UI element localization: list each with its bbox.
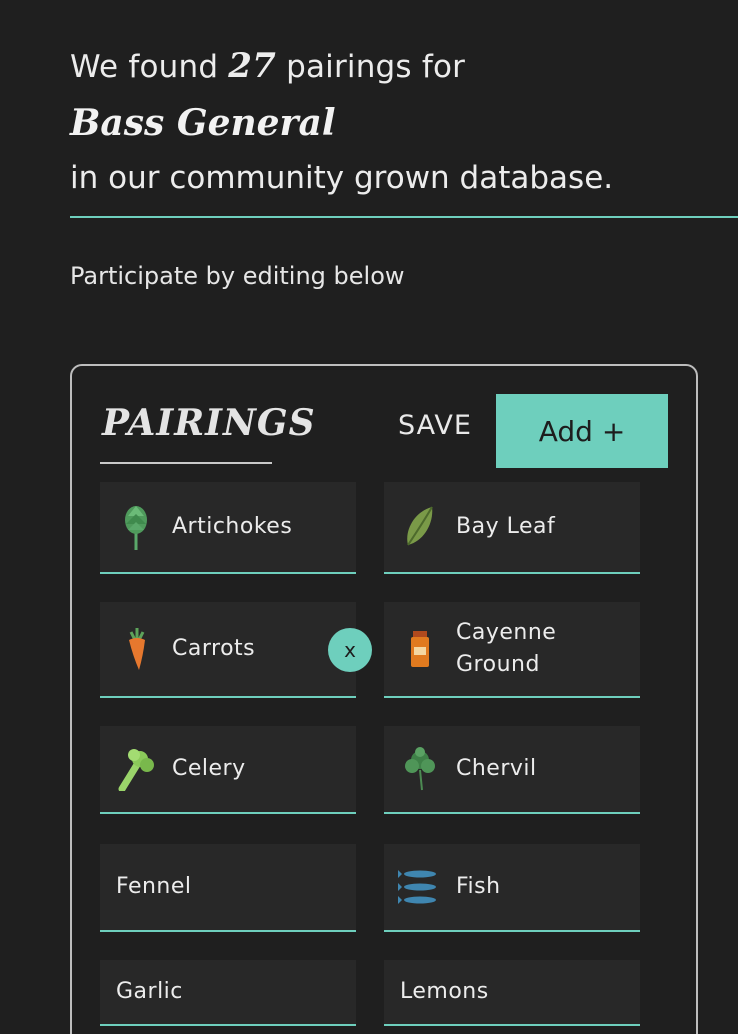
- participate-text: Participate by editing below: [70, 262, 405, 290]
- add-pairing-button[interactable]: Add +: [496, 394, 668, 468]
- pairing-label: Artichokes: [172, 514, 293, 539]
- intro-divider: [70, 216, 738, 218]
- pairing-card-fennel[interactable]: Fennel: [100, 844, 356, 932]
- pairings-title: PAIRINGS: [102, 402, 316, 444]
- pairing-card-bay-leaf[interactable]: Bay Leaf: [384, 482, 640, 574]
- pairing-card-carrots[interactable]: Carrots: [100, 602, 356, 698]
- pairing-label: Chervil: [456, 756, 537, 781]
- pairing-label: Bay Leaf: [456, 514, 556, 539]
- pairing-label: Lemons: [400, 979, 489, 1004]
- pairing-card-artichokes[interactable]: Artichokes: [100, 482, 356, 574]
- pairings-title-underline: [100, 462, 272, 464]
- artichoke-icon: [100, 502, 172, 552]
- pairing-card-celery[interactable]: Celery: [100, 726, 356, 814]
- save-button[interactable]: SAVE: [398, 410, 472, 441]
- chervil-icon: [384, 746, 456, 792]
- fish-icon: [384, 866, 456, 908]
- pairing-label: Fennel: [116, 874, 192, 899]
- pairing-label: Celery: [172, 756, 246, 781]
- results-count: 27: [228, 46, 276, 86]
- pairings-panel: PAIRINGS SAVE Add + Artichokes Bay Leaf …: [70, 364, 698, 1034]
- pairing-card-cayenne-ground[interactable]: Cayenne Ground: [384, 602, 640, 698]
- spice-jar-icon: [384, 629, 456, 669]
- ingredient-title: Bass General: [70, 102, 336, 144]
- results-count-line: We found 27 pairings for: [70, 40, 738, 93]
- results-prefix: We found: [70, 49, 219, 85]
- database-line: in our community grown database.: [70, 160, 614, 196]
- page: We found 27 pairings for Bass General in…: [0, 0, 738, 1034]
- remove-pairing-button[interactable]: x: [328, 628, 372, 672]
- results-summary: We found 27 pairings for Bass General in…: [70, 40, 738, 203]
- bay-leaf-icon: [384, 505, 456, 549]
- pairing-label: Garlic: [116, 979, 183, 1004]
- pairing-card-lemons[interactable]: Lemons: [384, 960, 640, 1026]
- results-suffix: pairings for: [286, 49, 466, 85]
- pairing-card-chervil[interactable]: Chervil: [384, 726, 640, 814]
- celery-icon: [100, 747, 172, 791]
- pairing-card-fish[interactable]: Fish: [384, 844, 640, 932]
- pairing-label: Carrots: [172, 636, 256, 661]
- pairing-label: Fish: [456, 874, 501, 899]
- pairing-card-garlic[interactable]: Garlic: [100, 960, 356, 1026]
- pairing-label: Cayenne Ground: [456, 620, 557, 677]
- carrot-icon: [100, 626, 172, 672]
